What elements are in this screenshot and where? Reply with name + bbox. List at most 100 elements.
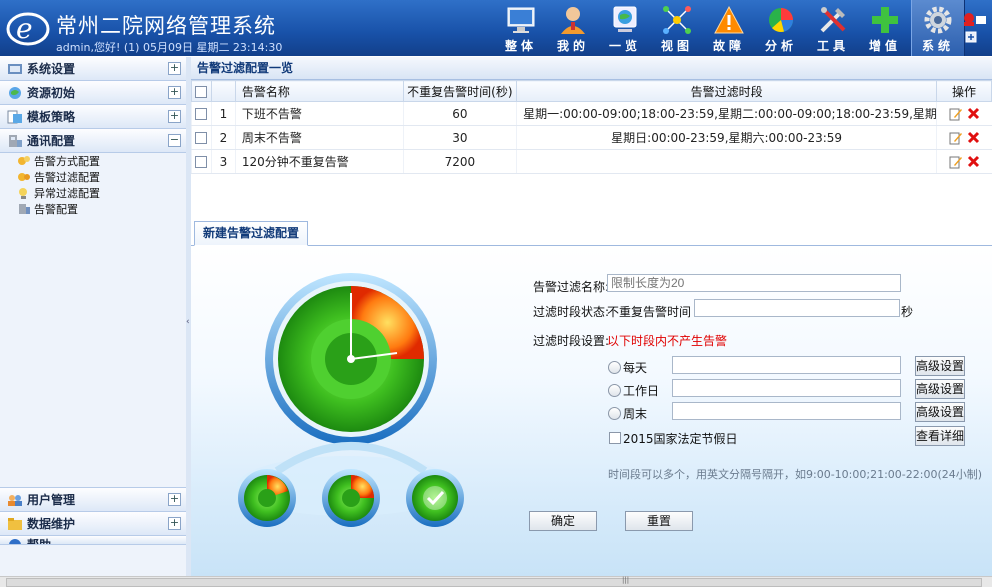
row-number: 3 bbox=[210, 149, 236, 174]
horizontal-scrollbar[interactable]: ||| bbox=[0, 576, 992, 587]
nav-list[interactable]: 一览 bbox=[599, 0, 651, 56]
row-number: 2 bbox=[210, 125, 236, 150]
sidebar-group-comm-config[interactable]: 通讯配置 − bbox=[0, 129, 186, 153]
weekend-advanced-button[interactable]: 高级设置 bbox=[915, 402, 965, 422]
table-row[interactable]: 2 周末不告警 30 星期日:00:00-23:59,星期六:00:00-23:… bbox=[191, 125, 992, 150]
sidebar-item-alarm-config[interactable]: 告警配置 bbox=[0, 201, 186, 217]
holiday-checkbox[interactable] bbox=[609, 432, 621, 444]
small-gauge-2 bbox=[322, 469, 380, 527]
nav-overview[interactable]: 整体 bbox=[495, 0, 547, 56]
nav-label: 整体 bbox=[504, 39, 537, 53]
holiday-detail-button[interactable]: 查看详细 bbox=[915, 426, 965, 446]
sidebar-group-data-maint[interactable]: 数据维护 + bbox=[0, 512, 186, 536]
svg-text:e: e bbox=[16, 12, 33, 45]
template-icon bbox=[7, 110, 22, 123]
collapse-arrow-icon[interactable]: ‹ bbox=[186, 317, 190, 327]
row-name: 周末不告警 bbox=[234, 125, 404, 150]
users-icon bbox=[8, 494, 22, 506]
expand-toggle[interactable]: + bbox=[168, 86, 181, 99]
daily-time-input[interactable] bbox=[672, 356, 901, 374]
list-panel-title: 告警过滤配置一览 bbox=[191, 57, 992, 80]
table-row[interactable]: 3 120分钟不重复告警 7200 bbox=[191, 149, 992, 174]
gear-icon bbox=[924, 6, 952, 34]
status-text: 不重复告警时间 bbox=[607, 305, 692, 319]
holiday-label: 2015国家法定节假日 bbox=[623, 432, 738, 446]
row-checkbox[interactable] bbox=[195, 132, 208, 144]
daily-advanced-button[interactable]: 高级设置 bbox=[915, 356, 965, 376]
select-all-checkbox[interactable] bbox=[195, 85, 208, 98]
alarm-mode-icon bbox=[18, 156, 30, 165]
help-icon bbox=[9, 539, 21, 544]
row-number: 1 bbox=[210, 101, 236, 126]
column-header-name[interactable]: 告警名称 bbox=[234, 80, 404, 102]
column-header-periods[interactable]: 告警过滤时段 bbox=[516, 80, 938, 102]
sidebar-group-system-settings[interactable]: 系统设置 + bbox=[0, 57, 186, 81]
nav-value-added[interactable]: 增值 bbox=[859, 0, 911, 56]
edit-icon[interactable] bbox=[949, 131, 963, 145]
nav-label: 系统 bbox=[921, 39, 954, 53]
globe-screen-icon bbox=[613, 6, 637, 32]
plus-icon bbox=[872, 7, 898, 33]
top-nav: 整体 我的 一览 视图 故障 分析 工具 增值 系统 bbox=[495, 0, 965, 56]
tools-icon bbox=[820, 7, 846, 33]
nav-tools[interactable]: 工具 bbox=[807, 0, 859, 56]
sidebar-item-alarm-mode[interactable]: 告警方式配置 bbox=[0, 153, 186, 169]
nav-system[interactable]: 系统 bbox=[911, 0, 965, 56]
reset-button[interactable]: 重置 bbox=[625, 511, 693, 531]
delete-icon[interactable] bbox=[967, 131, 980, 144]
resource-icon bbox=[9, 86, 21, 99]
sidebar-item-alarm-filter[interactable]: 告警过滤配置 bbox=[0, 169, 186, 185]
small-gauge-3 bbox=[406, 469, 464, 527]
weekend-radio[interactable] bbox=[608, 407, 621, 420]
delete-icon[interactable] bbox=[967, 155, 980, 168]
sidebar-group-template-policy[interactable]: 模板策略 + bbox=[0, 105, 186, 129]
period-note: 以下时段内不产生告警 bbox=[607, 334, 728, 348]
daily-radio[interactable] bbox=[608, 361, 621, 374]
nav-view[interactable]: 视图 bbox=[651, 0, 703, 56]
workday-time-input[interactable] bbox=[672, 379, 901, 397]
nav-label: 视图 bbox=[660, 39, 693, 53]
sidebar-group-help[interactable]: 帮助 bbox=[0, 536, 186, 545]
nav-label: 工具 bbox=[816, 39, 849, 53]
expand-toggle[interactable]: + bbox=[168, 493, 181, 506]
pie-chart-icon bbox=[769, 8, 793, 32]
delete-icon[interactable] bbox=[967, 107, 980, 120]
filter-name-input[interactable] bbox=[607, 274, 901, 292]
filter-name-label: 告警过滤名称: bbox=[533, 280, 610, 294]
expand-toggle[interactable]: + bbox=[168, 110, 181, 123]
scrollbar-grip-icon: ||| bbox=[622, 576, 630, 584]
row-name: 下班不告警 bbox=[234, 101, 404, 126]
alert-bell-icon[interactable] bbox=[962, 8, 988, 48]
nav-label: 分析 bbox=[764, 39, 797, 53]
nav-label: 一览 bbox=[608, 39, 641, 53]
period-label: 过滤时段设置: bbox=[533, 334, 610, 348]
nav-fault[interactable]: 故障 bbox=[703, 0, 755, 56]
no-repeat-seconds-input[interactable] bbox=[694, 299, 900, 317]
small-gauge-1 bbox=[238, 469, 296, 527]
row-seconds: 7200 bbox=[402, 149, 517, 174]
edit-icon[interactable] bbox=[949, 107, 963, 121]
row-checkbox[interactable] bbox=[195, 108, 208, 120]
seconds-unit: 秒 bbox=[901, 305, 914, 319]
expand-toggle[interactable]: + bbox=[168, 62, 181, 75]
nav-analysis[interactable]: 分析 bbox=[755, 0, 807, 56]
row-periods: 星期一:00:00-09:00;18:00-23:59,星期二:00:00-09… bbox=[516, 101, 937, 126]
sidebar-group-user-mgmt[interactable]: 用户管理 + bbox=[0, 487, 186, 512]
column-header-seconds[interactable]: 不重复告警时间(秒) bbox=[402, 80, 518, 102]
row-checkbox[interactable] bbox=[195, 156, 208, 168]
weekend-time-input[interactable] bbox=[672, 402, 901, 420]
confirm-button[interactable]: 确定 bbox=[529, 511, 597, 531]
nav-mine[interactable]: 我的 bbox=[547, 0, 599, 56]
sidebar-item-exception-filter[interactable]: 异常过滤配置 bbox=[0, 185, 186, 201]
workday-label: 工作日 bbox=[623, 384, 660, 398]
tab-new-alarm-filter[interactable]: 新建告警过滤配置 bbox=[194, 221, 309, 246]
workday-advanced-button[interactable]: 高级设置 bbox=[915, 379, 965, 399]
alarm-config-icon bbox=[19, 204, 30, 214]
edit-icon[interactable] bbox=[949, 155, 963, 169]
collapse-toggle[interactable]: − bbox=[168, 134, 181, 147]
expand-toggle[interactable]: + bbox=[168, 517, 181, 530]
sidebar-group-resource-init[interactable]: 资源初始 + bbox=[0, 81, 186, 105]
row-periods: 星期日:00:00-23:59,星期六:00:00-23:59 bbox=[516, 125, 937, 150]
workday-radio[interactable] bbox=[608, 384, 621, 397]
table-row[interactable]: 1 下班不告警 60 星期一:00:00-09:00;18:00-23:59,星… bbox=[191, 101, 992, 126]
